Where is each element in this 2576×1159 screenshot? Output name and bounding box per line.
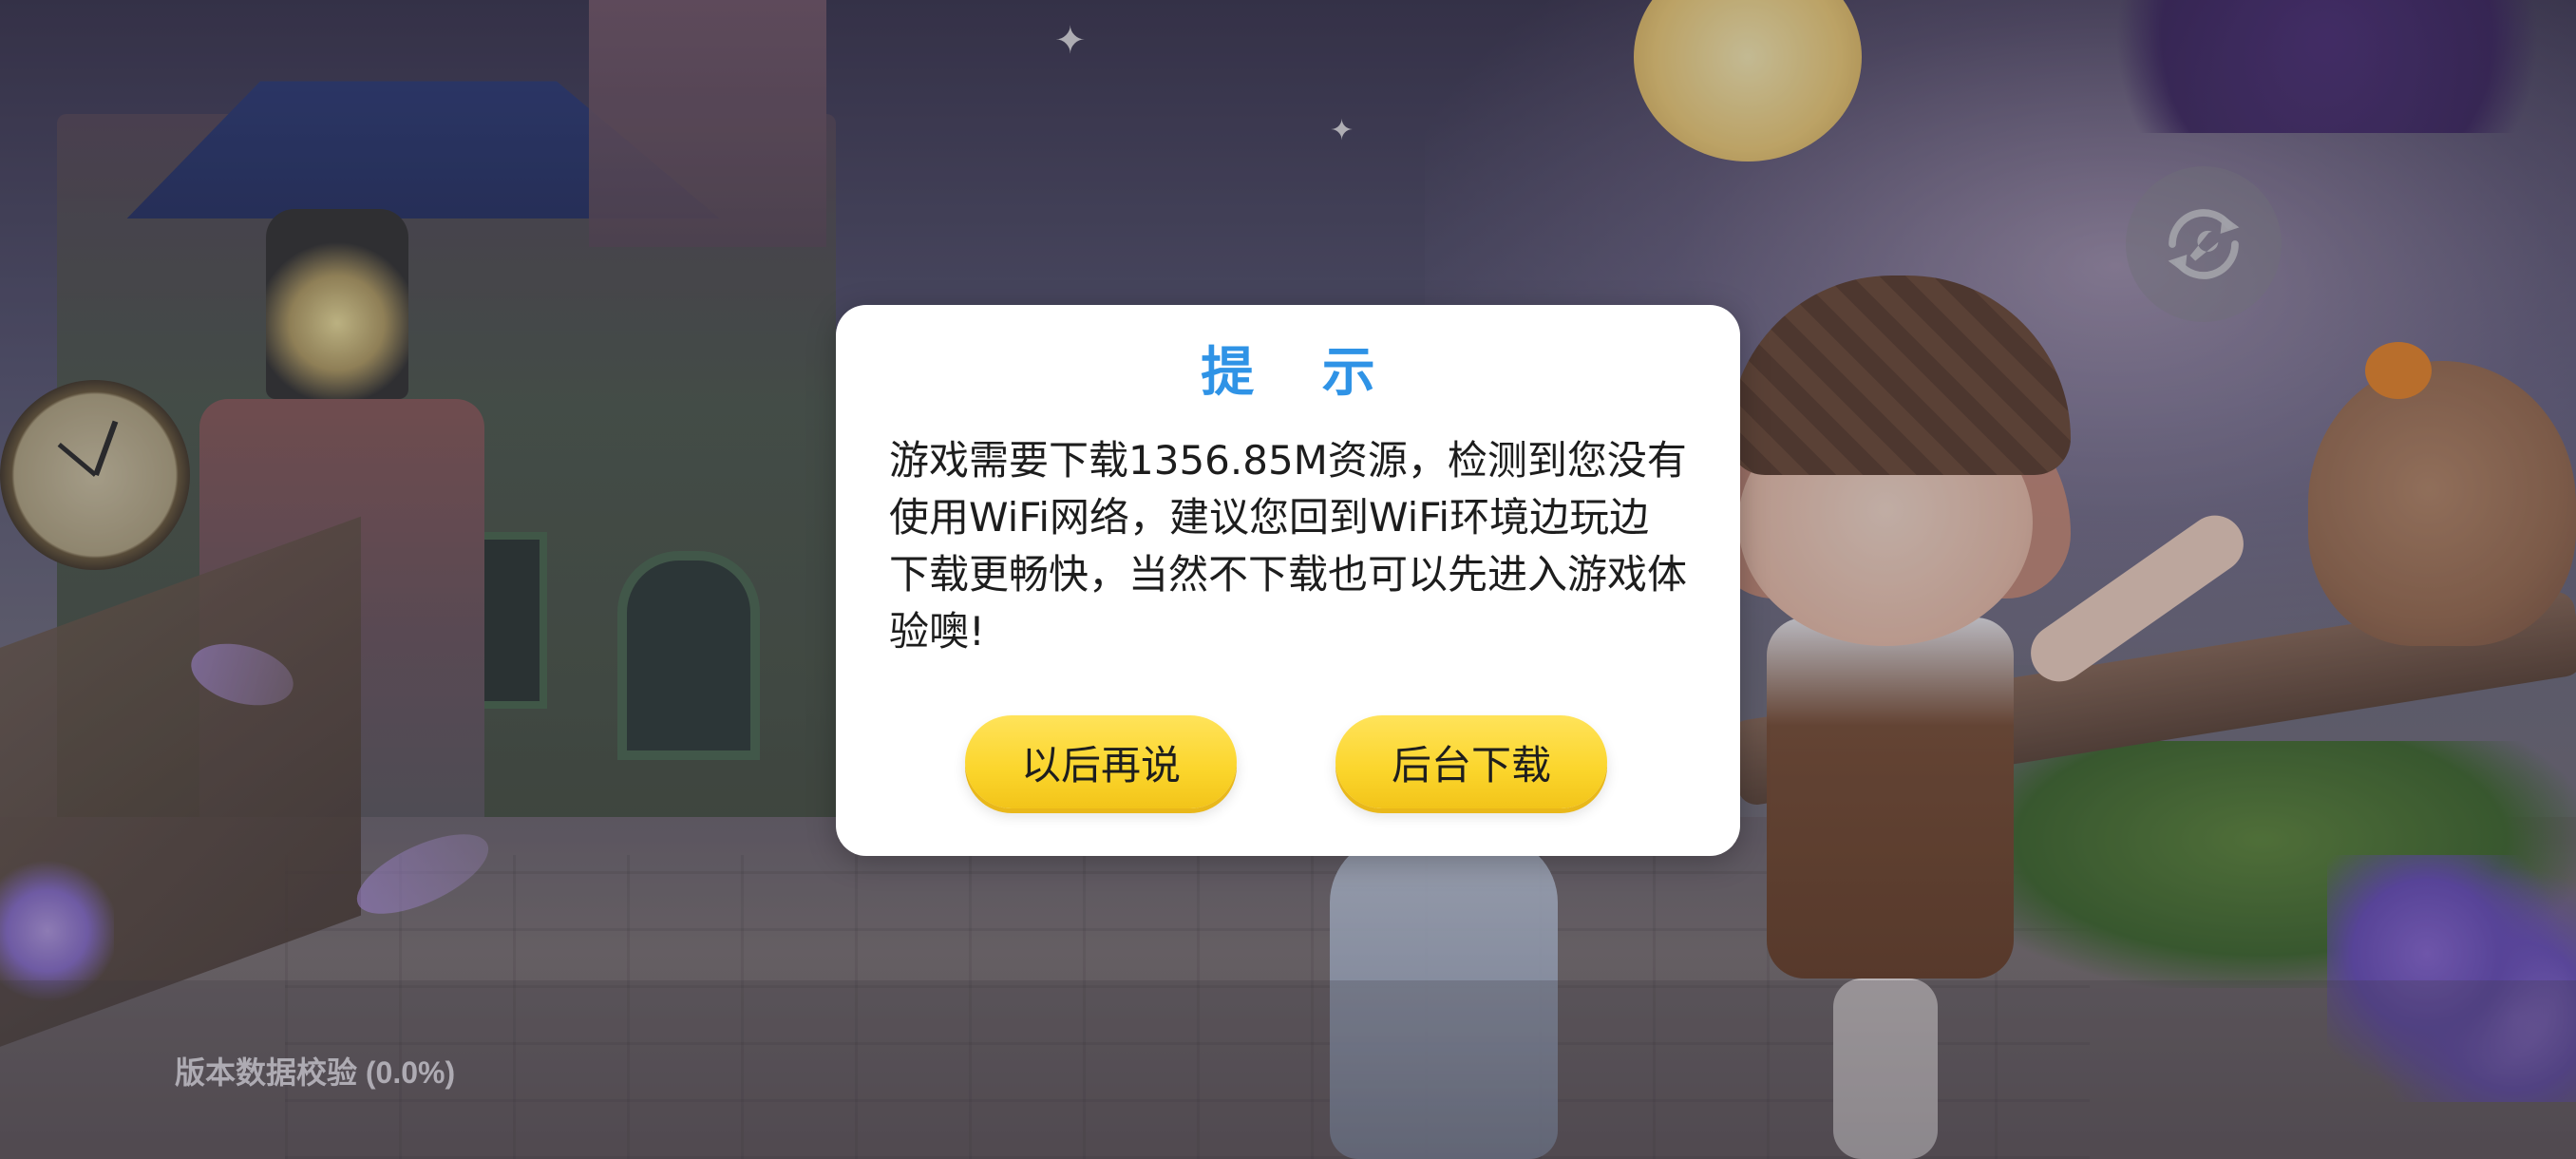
dialog-message: 游戏需要下载1356.85M资源，检测到您没有使用WiFi网络，建议您回到WiF… xyxy=(889,437,1688,655)
version-check-status: 版本数据校验 (0.0%) xyxy=(175,1055,456,1090)
download-prompt-dialog: 提 示 游戏需要下载1356.85M资源，检测到您没有使用WiFi网络，建议您回… xyxy=(836,305,1740,856)
later-button[interactable]: 以后再说 xyxy=(965,715,1237,808)
dialog-title: 提 示 xyxy=(1201,342,1400,404)
repair-refresh-icon xyxy=(2168,209,2240,279)
background-download-button[interactable]: 后台下载 xyxy=(1335,715,1607,808)
repair-button[interactable] xyxy=(2126,166,2282,322)
game-loading-screen: ✦ ✦ 版本数据校验 (0.0%) 提 示 游戏需要下载1356.85M资源，检… xyxy=(0,0,2576,1159)
